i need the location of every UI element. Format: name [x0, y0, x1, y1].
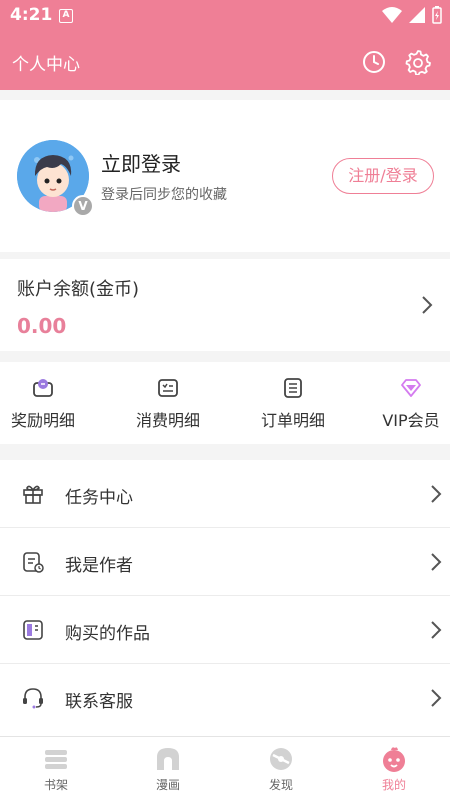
quick-link-label: 订单明细 — [260, 411, 325, 430]
menu-item-purchased[interactable]: 购买的作品 — [0, 596, 450, 664]
quick-link-order[interactable]: 订单明细 — [248, 376, 338, 431]
tab-discover[interactable]: 发现 — [251, 745, 311, 793]
battery-icon — [432, 6, 442, 24]
balance-label: 账户余额(金币) — [17, 279, 140, 300]
tab-comic[interactable]: 漫画 — [138, 745, 198, 793]
bookshelf-icon — [45, 750, 67, 769]
bottom-tab-bar: 书架 漫画 发现 我的 — [0, 736, 450, 800]
comic-icon — [157, 748, 179, 770]
headset-icon — [23, 688, 43, 709]
tab-label: 我的 — [381, 778, 406, 792]
consume-icon — [158, 379, 178, 397]
menu-list: 任务中心 我是作者 购买的作品 联系客服 — [0, 460, 450, 736]
vip-diamond-icon — [401, 379, 421, 397]
chevron-right-icon — [431, 485, 442, 503]
quick-link-label: 奖励明细 — [10, 411, 75, 430]
quick-link-reward[interactable]: 奖励明细 — [0, 376, 88, 431]
menu-item-label: 我是作者 — [65, 556, 133, 576]
book-icon — [23, 620, 43, 640]
status-bar: 4:21 A — [0, 0, 450, 34]
menu-item-customer-service[interactable]: 联系客服 — [0, 664, 450, 732]
page-title: 个人中心 — [12, 55, 80, 75]
tab-label: 发现 — [268, 778, 293, 792]
quick-links: 奖励明细 消费明细 订单明细 VIP会员 — [0, 362, 450, 444]
wifi-icon — [382, 7, 402, 23]
tab-mine[interactable]: 我的 — [364, 745, 424, 793]
profile-card: V 立即登录 登录后同步您的收藏 注册/登录 — [0, 100, 450, 252]
gift-icon — [23, 485, 43, 504]
chevron-right-icon — [431, 689, 442, 707]
system-icons — [382, 6, 442, 24]
quick-link-consume[interactable]: 消费明细 — [123, 376, 213, 431]
status-time: 4:21 — [10, 5, 53, 25]
menu-item-label: 购买的作品 — [65, 624, 150, 644]
menu-item-label: 联系客服 — [65, 692, 133, 712]
register-login-button[interactable]: 注册/登录 — [332, 158, 434, 194]
quick-link-vip[interactable]: VIP会员 — [366, 376, 450, 431]
order-icon — [284, 378, 302, 398]
tab-bookshelf[interactable]: 书架 — [26, 745, 86, 793]
login-title[interactable]: 立即登录 — [101, 148, 181, 177]
discover-icon — [270, 748, 292, 770]
quick-link-label: 消费明细 — [135, 411, 200, 430]
author-icon — [23, 552, 44, 573]
tab-label: 书架 — [43, 778, 68, 792]
mine-icon — [383, 747, 405, 772]
tab-label: 漫画 — [155, 778, 180, 792]
signal-icon — [409, 7, 425, 23]
login-subtitle: 登录后同步您的收藏 — [101, 187, 227, 203]
menu-item-task-center[interactable]: 任务中心 — [0, 460, 450, 528]
app-bar: 个人中心 — [0, 34, 450, 90]
vip-level-badge: V — [72, 195, 94, 217]
balance-amount: 0.00 — [17, 314, 67, 338]
chevron-right-icon — [431, 621, 442, 639]
chevron-right-icon — [422, 296, 433, 314]
reward-icon — [33, 379, 53, 397]
history-clock-icon[interactable] — [362, 50, 386, 74]
chevron-right-icon — [431, 553, 442, 571]
menu-item-author[interactable]: 我是作者 — [0, 528, 450, 596]
balance-card[interactable]: 账户余额(金币) 0.00 — [0, 259, 450, 351]
menu-item-label: 任务中心 — [65, 488, 133, 508]
quick-link-label: VIP会员 — [382, 411, 440, 430]
settings-gear-icon[interactable] — [405, 49, 431, 75]
notification-icon: A — [59, 9, 73, 23]
